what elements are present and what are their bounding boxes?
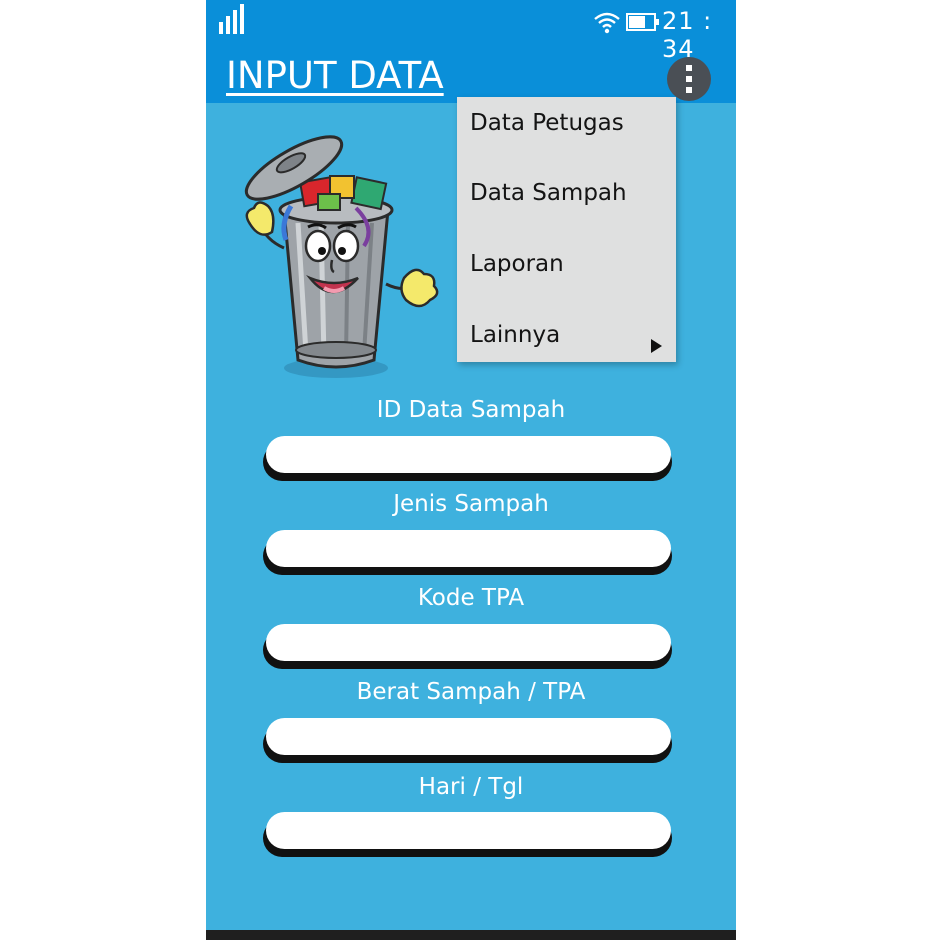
- field-kode-tpa: [263, 624, 674, 670]
- id-data-sampah-input[interactable]: [266, 436, 671, 473]
- status-bar: 21 : 34: [206, 0, 736, 63]
- chevron-right-icon: [651, 339, 662, 353]
- status-time: 21 : 34: [662, 7, 713, 63]
- more-vert-icon: [686, 65, 692, 93]
- field-berat-sampah: [263, 718, 674, 764]
- menu-item-label: Laporan: [470, 251, 564, 277]
- bottom-edge: [206, 930, 736, 940]
- overflow-menu: Data Petugas Data Sampah Laporan Lainnya: [457, 97, 676, 362]
- berat-sampah-input[interactable]: [266, 718, 671, 755]
- menu-item-lainnya[interactable]: Lainnya: [457, 309, 676, 375]
- page-title: INPUT DATA: [226, 54, 444, 97]
- jenis-sampah-input[interactable]: [266, 530, 671, 567]
- menu-item-data-sampah[interactable]: Data Sampah: [457, 167, 676, 233]
- field-jenis-sampah: [263, 530, 674, 576]
- phone-screen: 21 : 34 INPUT DATA Data Petugas Data Sam…: [206, 0, 736, 940]
- overflow-menu-button[interactable]: [667, 57, 711, 101]
- trash-can-mascot-icon: [244, 135, 439, 378]
- wifi-icon: [594, 12, 620, 34]
- menu-item-label: Data Sampah: [470, 180, 627, 206]
- menu-item-label: Data Petugas: [470, 110, 624, 136]
- hari-tgl-input[interactable]: [266, 812, 671, 849]
- app-bar: 21 : 34 INPUT DATA: [206, 0, 736, 103]
- field-label-jenis-sampah: Jenis Sampah: [393, 491, 549, 517]
- kode-tpa-input[interactable]: [266, 624, 671, 661]
- battery-icon: [626, 13, 659, 31]
- field-id-data-sampah: [263, 436, 674, 482]
- signal-bars-icon: [219, 4, 244, 34]
- field-label-hari-tgl: Hari / Tgl: [418, 774, 524, 800]
- field-hari-tgl: [263, 812, 674, 858]
- menu-item-data-petugas[interactable]: Data Petugas: [457, 97, 676, 163]
- field-label-id-data-sampah: ID Data Sampah: [376, 397, 566, 423]
- menu-item-label: Lainnya: [470, 322, 561, 348]
- field-label-berat-sampah: Berat Sampah / TPA: [356, 679, 586, 705]
- field-label-kode-tpa: Kode TPA: [417, 585, 525, 611]
- menu-item-laporan[interactable]: Laporan: [457, 238, 676, 304]
